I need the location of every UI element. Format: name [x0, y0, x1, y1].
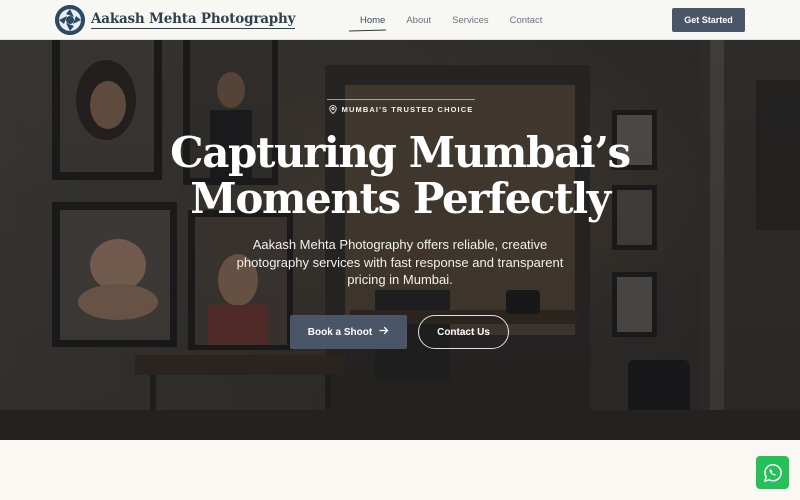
hero-title-line-1: Capturing Mumbai’s: [170, 128, 631, 177]
nav-about-link[interactable]: About: [406, 15, 431, 26]
nav-contact-link[interactable]: Contact: [510, 15, 543, 26]
main-nav: Home About Services Contact: [360, 0, 563, 40]
next-section: [0, 440, 800, 500]
brand-name-link[interactable]: Aakash Mehta Photography: [91, 11, 295, 29]
trusted-choice-badge: MUMBAI'S TRUSTED CHOICE: [327, 99, 475, 118]
hero-section: MUMBAI'S TRUSTED CHOICE Capturing Mumbai…: [0, 40, 800, 440]
map-pin-icon: [329, 104, 337, 114]
site-header: Aakash Mehta Photography Home About Serv…: [0, 0, 800, 40]
hero-title-line-2: Moments Perfectly: [190, 174, 611, 223]
hero-title: Capturing Mumbai’s Moments Perfectly: [100, 130, 700, 222]
camera-aperture-icon[interactable]: [55, 5, 85, 35]
nav-home-link[interactable]: Home: [360, 15, 385, 26]
badge-text: MUMBAI'S TRUSTED CHOICE: [341, 104, 474, 114]
hero-subtitle: Aakash Mehta Photography offers reliable…: [236, 237, 564, 287]
get-started-button[interactable]: Get Started: [672, 8, 745, 32]
arrow-right-icon: [379, 326, 389, 338]
contact-us-button[interactable]: Contact Us: [418, 315, 509, 349]
book-a-shoot-label: Book a Shoot: [307, 326, 373, 338]
nav-services-link[interactable]: Services: [452, 15, 488, 26]
book-a-shoot-button[interactable]: Book a Shoot: [290, 315, 407, 349]
whatsapp-icon[interactable]: [756, 456, 789, 489]
